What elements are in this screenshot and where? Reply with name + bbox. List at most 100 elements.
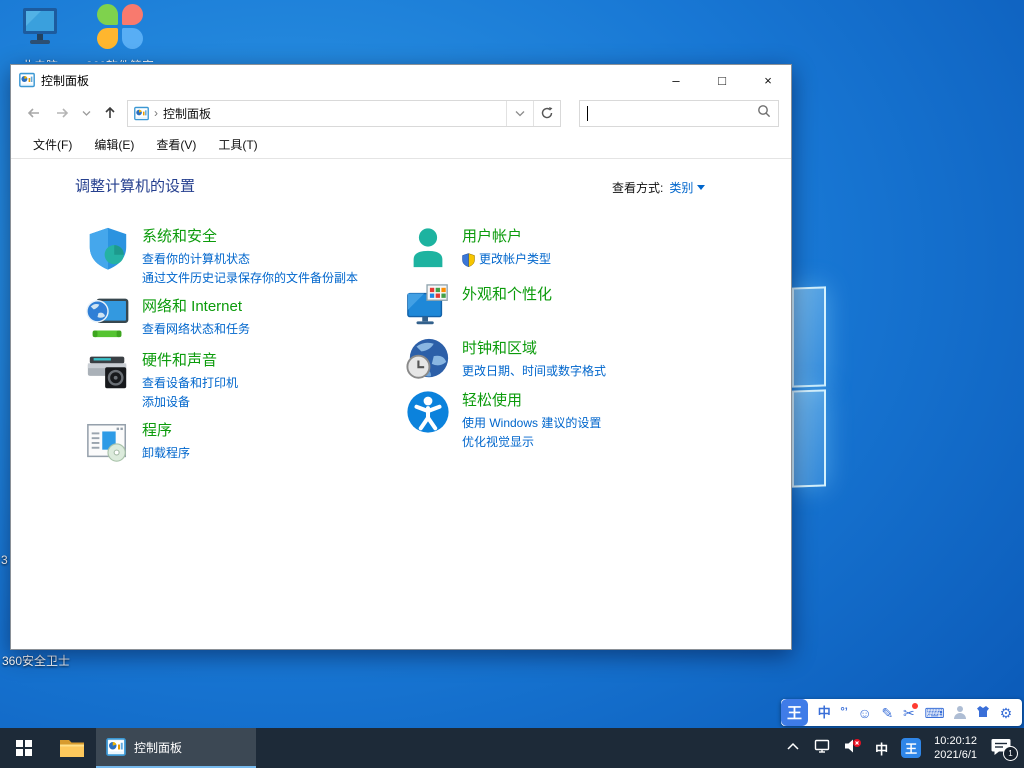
window-title: 控制面板	[41, 72, 89, 89]
close-button[interactable]: ×	[745, 65, 791, 95]
menu-tools[interactable]: 工具(T)	[218, 136, 257, 153]
folder-icon	[59, 737, 85, 759]
maximize-button[interactable]: □	[699, 65, 745, 95]
user-accounts-icon[interactable]	[405, 225, 451, 271]
control-panel-window: 控制面板 – □ × ›	[10, 64, 792, 650]
hardware-sound-icon[interactable]	[85, 349, 131, 395]
category-title[interactable]: 系统和安全	[142, 226, 358, 247]
ime-punctuation-icon[interactable]: °’	[840, 707, 847, 718]
appearance-personalization-icon[interactable]	[405, 283, 451, 329]
clock-region-icon[interactable]	[405, 337, 451, 383]
windows-logo-icon	[16, 740, 32, 756]
uac-shield-icon	[462, 253, 475, 267]
tray-time: 10:20:12	[934, 734, 977, 748]
category-title[interactable]: 时钟和区域	[462, 338, 606, 359]
taskbar: 控制面板 中 王	[0, 728, 1024, 768]
desktop-icon-label-360-safe[interactable]: 360安全卫士	[2, 652, 70, 669]
partial-desktop-label: 3	[1, 553, 8, 567]
category-text: 时钟和区域 更改日期、时间或数字格式	[462, 337, 606, 383]
minimize-button[interactable]: –	[653, 65, 699, 95]
ime-tray-icon[interactable]: 王	[901, 738, 921, 758]
category-link[interactable]: 卸载程序	[142, 444, 190, 463]
back-icon[interactable]	[23, 101, 45, 125]
breadcrumb-chevron-icon[interactable]: ›	[154, 106, 158, 120]
category-text: 程序 卸载程序	[142, 419, 190, 465]
category-link[interactable]: 查看你的计算机状态	[142, 250, 358, 269]
ime-account-icon[interactable]	[954, 706, 966, 719]
action-center-icon[interactable]: 1	[990, 737, 1016, 759]
menu-edit[interactable]: 编辑(E)	[94, 136, 134, 153]
menu-view[interactable]: 查看(V)	[156, 136, 196, 153]
this-pc-icon	[17, 6, 63, 55]
task-label: 控制面板	[134, 739, 182, 756]
category-text: 轻松使用 使用 Windows 建议的设置 优化视觉显示	[462, 389, 601, 452]
programs-icon[interactable]	[85, 419, 131, 465]
category-link[interactable]: 查看设备和打印机	[142, 374, 238, 393]
ime-mode-chinese[interactable]: 中	[818, 706, 831, 719]
desktop-icon-this-pc[interactable]: 此电脑	[2, 6, 78, 62]
tray-date: 2021/6/1	[934, 748, 977, 762]
taskbar-task-control-panel[interactable]: 控制面板	[96, 728, 256, 768]
desktop-icon-label: 此电脑	[2, 57, 78, 62]
category-title[interactable]: 用户帐户	[462, 226, 551, 247]
address-dropdown-icon[interactable]	[506, 101, 533, 126]
ime-skin-icon[interactable]	[976, 705, 990, 720]
clock[interactable]: 10:20:12 2021/6/1	[934, 734, 977, 762]
category-link[interactable]: 更改日期、时间或数字格式	[462, 362, 606, 381]
category-link[interactable]: 查看网络状态和任务	[142, 320, 250, 339]
category-link[interactable]: 使用 Windows 建议的设置	[462, 414, 601, 433]
control-panel-icon	[19, 72, 35, 88]
ime-logo[interactable]: 王	[781, 699, 808, 726]
desktop-icon-360[interactable]: 360软件管家	[82, 2, 158, 62]
category-link[interactable]: 优化视觉显示	[462, 433, 601, 452]
search-icon[interactable]	[757, 104, 771, 123]
category-title[interactable]: 轻松使用	[462, 390, 601, 411]
category-title[interactable]: 程序	[142, 420, 190, 441]
category-text: 用户帐户 更改帐户类型	[462, 225, 551, 271]
page-title: 调整计算机的设置	[75, 175, 195, 196]
category-network-internet: 网络和 Internet 查看网络状态和任务	[85, 295, 250, 341]
search-input[interactable]	[579, 100, 779, 127]
ime-screenshot-icon[interactable]: ✂	[903, 706, 915, 720]
system-security-icon[interactable]	[85, 225, 131, 271]
category-clock-region: 时钟和区域 更改日期、时间或数字格式	[405, 337, 606, 383]
category-title[interactable]: 网络和 Internet	[142, 296, 250, 317]
ime-emoji-icon[interactable]: ☺	[858, 706, 872, 720]
up-icon[interactable]	[99, 101, 121, 125]
address-bar[interactable]: › 控制面板	[127, 100, 561, 127]
view-by-dropdown[interactable]: 类别	[669, 179, 705, 196]
category-hardware-sound: 硬件和声音 查看设备和打印机 添加设备	[85, 349, 238, 412]
file-explorer-button[interactable]	[48, 728, 96, 768]
ime-handwriting-icon[interactable]: ✎	[882, 706, 894, 720]
ime-toolbar: 王 中 °’ ☺ ✎ ✂ ⌨ ⚙	[781, 699, 1022, 726]
ease-of-access-icon[interactable]	[405, 389, 451, 435]
network-icon[interactable]	[813, 738, 831, 759]
titlebar[interactable]: 控制面板 – □ ×	[11, 65, 791, 95]
menu-bar: 文件(F) 编辑(E) 查看(V) 工具(T)	[11, 131, 791, 159]
ime-keyboard-icon[interactable]: ⌨	[924, 706, 944, 720]
wallpaper-logo-pane-bottom	[792, 389, 826, 487]
desktop-icon-label: 360软件管家	[82, 57, 158, 62]
volume-muted-icon[interactable]	[844, 738, 862, 759]
category-link[interactable]: 通过文件历史记录保存你的文件备份副本	[142, 269, 358, 288]
desktop: 此电脑 360软件管家 3 360安全卫士 控制面板 – □ ×	[0, 0, 1024, 768]
control-panel-content: 调整计算机的设置 查看方式: 类别	[11, 159, 791, 648]
hidden-icons-chevron-icon[interactable]	[786, 739, 800, 757]
category-link-uac[interactable]: 更改帐户类型	[462, 250, 551, 269]
recent-pages-chevron-icon[interactable]	[79, 101, 93, 125]
ime-mode-indicator[interactable]: 中	[875, 739, 888, 758]
category-user-accounts: 用户帐户 更改帐户类型	[405, 225, 551, 271]
network-internet-icon[interactable]	[85, 295, 131, 341]
refresh-icon[interactable]	[533, 101, 560, 126]
category-title[interactable]: 外观和个性化	[462, 284, 552, 305]
breadcrumb[interactable]: 控制面板	[163, 105, 211, 122]
ime-settings-gear-icon[interactable]: ⚙	[1000, 706, 1013, 720]
control-panel-icon	[106, 737, 126, 757]
menu-file[interactable]: 文件(F)	[33, 136, 72, 153]
forward-icon[interactable]	[51, 101, 73, 125]
category-link[interactable]: 添加设备	[142, 393, 238, 412]
control-panel-icon	[134, 106, 149, 121]
category-title[interactable]: 硬件和声音	[142, 350, 238, 371]
start-button[interactable]	[0, 728, 48, 768]
category-programs: 程序 卸载程序	[85, 419, 190, 465]
